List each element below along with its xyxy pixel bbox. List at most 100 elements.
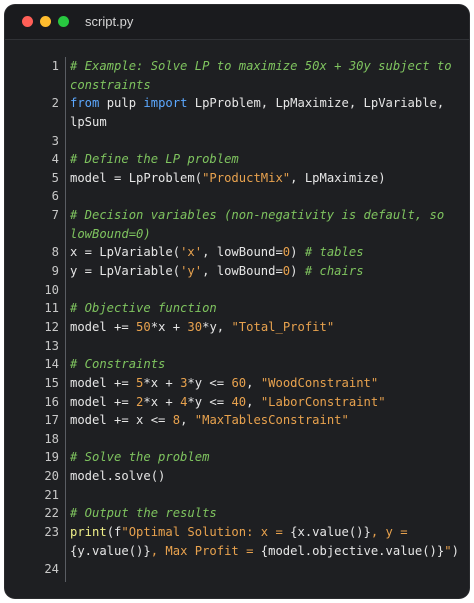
line-number: 24 [44,562,59,577]
code-line[interactable]: 11 # Objective function [5,299,469,318]
line-text: model += 50*x + 30*y, "Total_Profit" [70,318,334,337]
line-text: from pulp import LpProblem, LpMaximize, … [70,94,444,113]
code-token: "MaxTablesConstraint" [194,413,349,428]
code-line[interactable]: 21 [5,486,469,505]
line-number: 10 [44,282,59,297]
title-bar: script.py [5,5,469,40]
code-line[interactable]: 10 [5,281,469,300]
code-token: 60 [231,375,247,390]
code-token: x = LpVariable( [70,245,181,260]
code-line[interactable]: 2 from pulp import LpProblem, LpMaximize,… [5,94,469,113]
code-line[interactable]: 16 model += 2*x + 4*y <= 40, "LaborConstr… [5,393,469,412]
line-number: 7 [51,208,59,223]
line-text: # Output the results [70,504,217,523]
line-number: 4 [51,152,59,167]
line-text: y = LpVariable('y', lowBound=0) # chairs [70,262,364,281]
line-number: 12 [44,319,59,334]
code-token: " [444,543,452,558]
minimize-button[interactable] [40,16,51,27]
line-number: 8 [51,245,59,260]
code-line[interactable]: 8 x = LpVariable('x', lowBound=0) # table… [5,243,469,262]
code-token: , lowBound= [202,264,283,279]
line-number: 5 [51,170,59,185]
code-token: *y <= [187,375,232,390]
code-token: # Output the results [70,506,217,521]
line-text: lowBound=0) [70,225,151,244]
code-token: model += [70,394,137,409]
code-line[interactable]: 22 # Output the results [5,504,469,523]
code-line[interactable]: {y.value()}, Max Profit = {model.objecti… [5,542,469,561]
line-number: 16 [44,394,59,409]
code-token: , [246,375,261,390]
code-token: from [70,96,100,111]
code-line[interactable]: lowBound=0) [5,225,469,244]
code-token: "Optimal Solution: x = [121,525,291,540]
code-line[interactable]: 3 [5,132,469,151]
code-token: # Objective function [70,301,217,316]
code-token: {y.value()} [70,543,151,558]
code-line[interactable]: 12 model += 50*x + 30*y, "Total_Profit" [5,318,469,337]
code-line[interactable]: 4 # Define the LP problem [5,150,469,169]
close-button[interactable] [22,16,33,27]
line-number: 11 [44,301,59,316]
code-line[interactable]: 17 model += x <= 8, "MaxTablesConstraint" [5,411,469,430]
code-token: 40 [231,394,247,409]
code-token: "Total_Profit" [231,319,335,334]
code-line[interactable]: 7 # Decision variables (non-negativity is… [5,206,469,225]
code-line[interactable]: 6 [5,187,469,206]
code-token: # Constraints [70,357,166,372]
code-line[interactable]: constraints [5,76,469,95]
line-number: 22 [44,506,59,521]
maximize-button[interactable] [58,16,69,27]
code-token: model.solve() [70,469,166,484]
code-line[interactable]: 24 [5,560,469,579]
file-title: script.py [85,14,134,29]
code-token: (f [106,525,122,540]
code-editor[interactable]: 1 # Example: Solve LP to maximize 50x + 3… [5,57,469,579]
code-token: "ProductMix" [202,170,291,185]
code-token: *x + [143,375,181,390]
code-token: # Example: Solve LP to maximize 50x + 30… [70,59,452,73]
code-token: ) [290,245,305,260]
code-line[interactable]: 23 print(f"Optimal Solution: x = {x.value… [5,523,469,542]
code-token: , LpMaximize) [290,170,386,185]
code-line[interactable]: 5 model = LpProblem("ProductMix", LpMaxim… [5,169,469,188]
line-text: model += 2*x + 4*y <= 40, "LaborConstrai… [70,393,386,412]
line-text: model += 5*x + 3*y <= 60, "WoodConstrain… [70,374,378,393]
code-token: lpSum [70,114,107,129]
line-number: 23 [44,525,59,540]
code-token: ) [451,543,459,558]
code-line[interactable]: 13 [5,337,469,356]
code-token: 'y' [180,264,203,279]
line-number: 17 [44,413,59,428]
code-token: 8 [172,413,181,428]
code-token: # Define the LP problem [70,152,239,167]
line-number: 19 [44,450,59,465]
line-text: {y.value()}, Max Profit = {model.objecti… [70,542,459,561]
line-number: 1 [51,59,59,73]
code-line[interactable]: lpSum [5,113,469,132]
code-token: *x + [143,394,181,409]
line-text: # Example: Solve LP to maximize 50x + 30… [70,57,452,76]
code-line[interactable]: 20 model.solve() [5,467,469,486]
code-line[interactable]: 9 y = LpVariable('y', lowBound=0) # chair… [5,262,469,281]
code-token: model += x <= [70,413,173,428]
line-text: model += x <= 8, "MaxTablesConstraint" [70,411,349,430]
line-number: 13 [44,338,59,353]
code-line[interactable]: 1 # Example: Solve LP to maximize 50x + 3… [5,57,469,76]
line-number: 6 [51,189,59,204]
code-token: *y, [202,319,232,334]
code-token: , Max Profit = [150,543,261,558]
code-line[interactable]: 14 # Constraints [5,355,469,374]
code-token: model += [70,375,137,390]
code-token: y = LpVariable( [70,264,181,279]
code-line[interactable]: 19 # Solve the problem [5,448,469,467]
code-line[interactable]: 15 model += 5*x + 3*y <= 60, "WoodConstra… [5,374,469,393]
line-number: 18 [44,431,59,446]
code-token: {model.objective.value()} [260,543,445,558]
code-window: script.py 1 # Example: Solve LP to maximi… [5,5,469,598]
code-token: , [180,413,195,428]
code-token: , y = [370,525,408,540]
line-number: 2 [51,96,59,111]
code-line[interactable]: 18 [5,430,469,449]
